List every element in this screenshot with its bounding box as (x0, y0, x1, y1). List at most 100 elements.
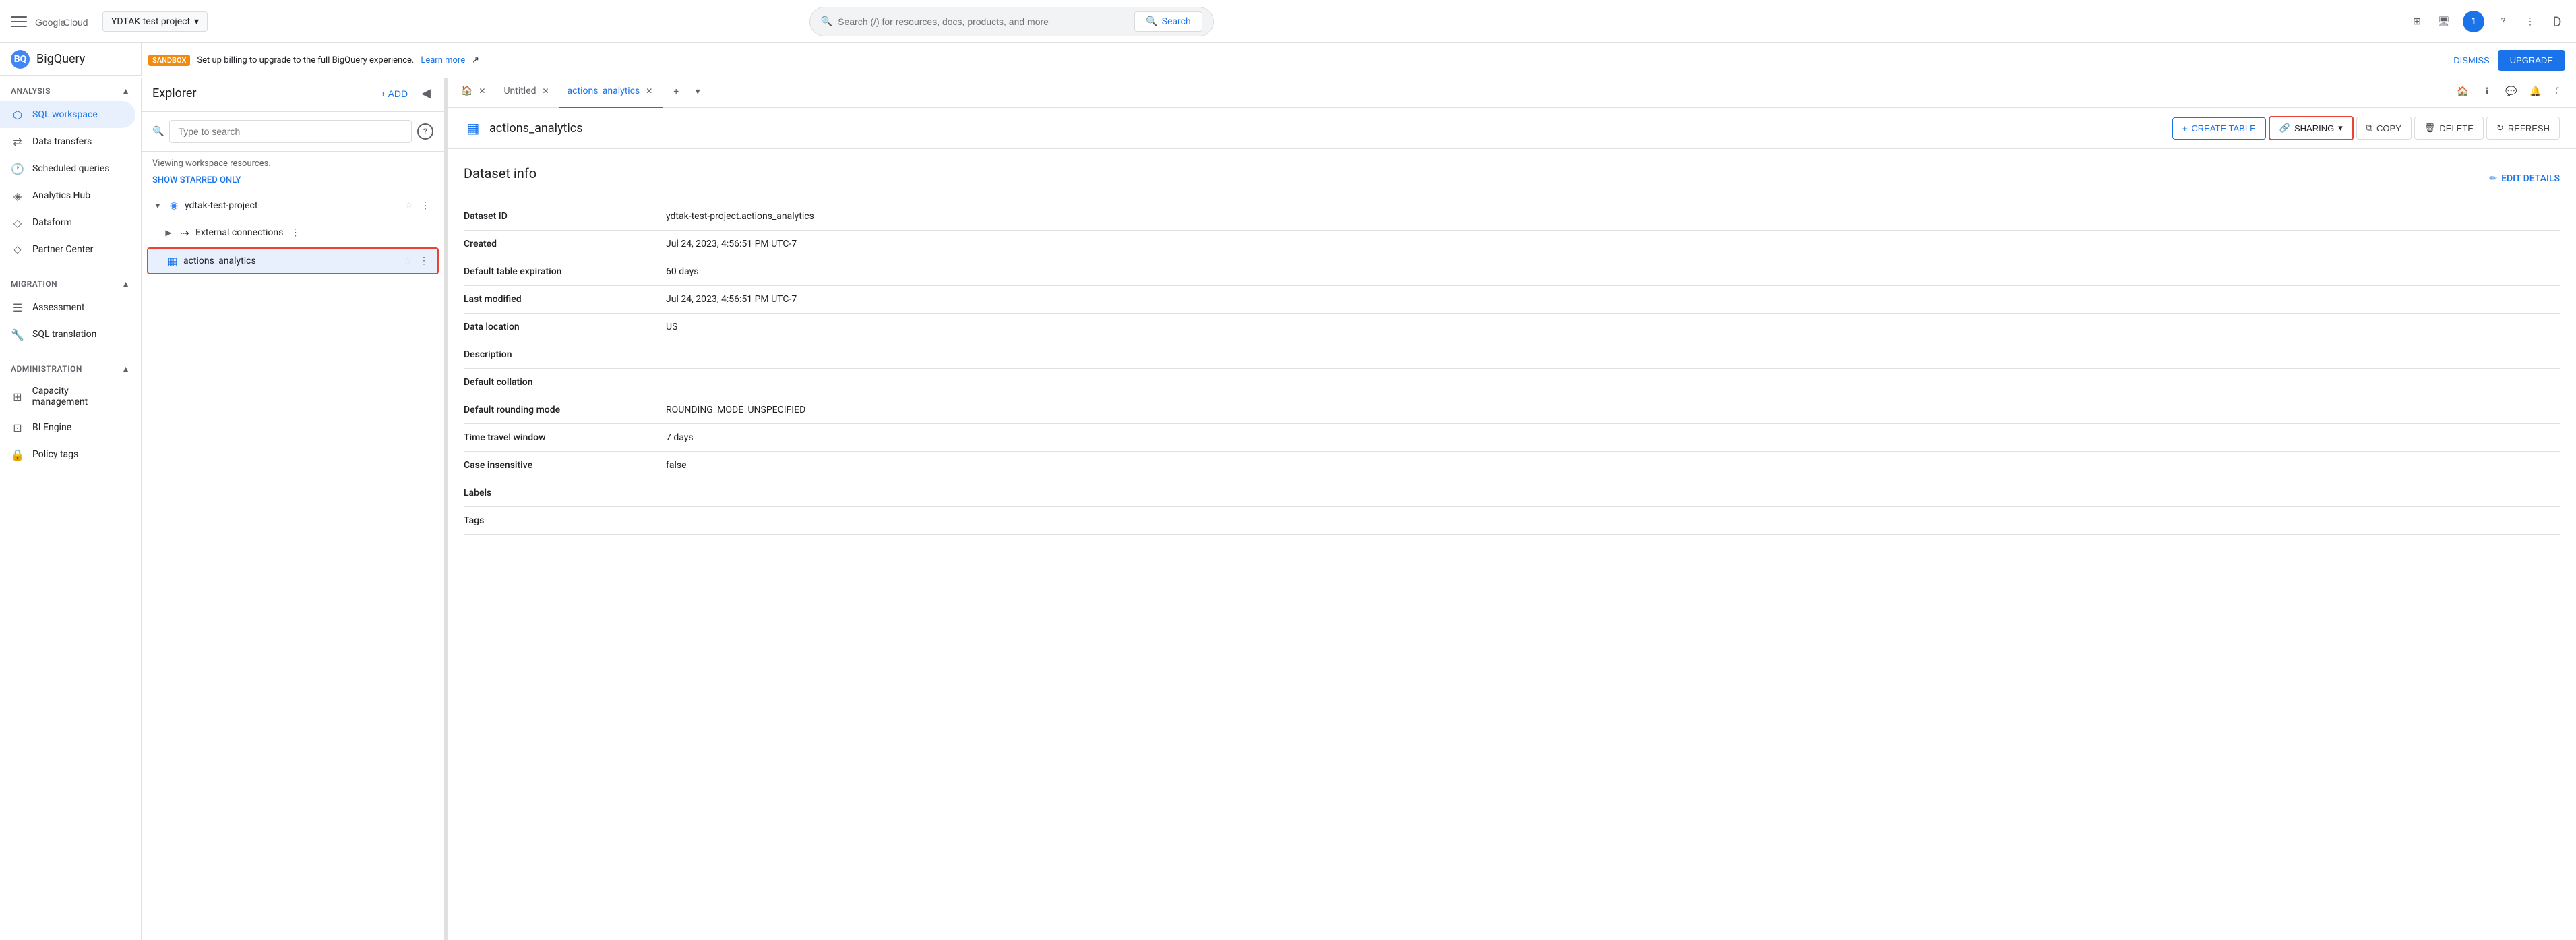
dismiss-button[interactable]: DISMISS (2453, 50, 2489, 71)
close-untitled-tab[interactable]: ✕ (541, 86, 551, 96)
toolbar-actions: + CREATE TABLE 🔗 SHARING ▾ ⧉ COPY (2172, 116, 2560, 140)
project-selector[interactable]: YDTAK test project ▾ (102, 11, 208, 32)
copy-icon: ⧉ (2366, 123, 2372, 134)
sidebar-item-sql-workspace[interactable]: ⬡ SQL workspace (0, 101, 135, 128)
sidebar: Analysis ▲ ⬡ SQL workspace ⇄ Data transf… (0, 43, 142, 940)
help-icon[interactable]: ? (2495, 13, 2511, 30)
delete-button[interactable]: 🗑 DELETE (2414, 117, 2484, 140)
actions-analytics-tab-label: actions_analytics (568, 86, 640, 96)
tree-expand-icon[interactable]: ▼ (152, 200, 163, 211)
label-description: Description (464, 349, 666, 360)
search-input[interactable] (838, 16, 1129, 27)
notifications-icon[interactable]: 🖥 (2436, 13, 2452, 30)
tab-actions-analytics[interactable]: actions_analytics ✕ (559, 76, 663, 108)
analysis-section-header[interactable]: Analysis ▲ (0, 81, 141, 101)
info-row-data-location: Data location US (464, 314, 2560, 341)
label-case-insensitive: Case insensitive (464, 460, 666, 471)
value-rounding-mode: ROUNDING_MODE_UNSPECIFIED (666, 405, 2560, 415)
more-tabs-button[interactable]: ▾ (687, 81, 708, 102)
more-options-icon[interactable]: ⋮ (2522, 13, 2538, 30)
collapse-panel-icon[interactable]: ◀ (419, 84, 433, 103)
dataset-icon: ▦ (166, 254, 179, 268)
sidebar-item-scheduled-queries[interactable]: 🕐 Scheduled queries (0, 155, 135, 182)
refresh-button[interactable]: ↻ REFRESH (2486, 117, 2560, 140)
home-tab-icon[interactable]: 🏠 (2452, 81, 2474, 102)
bell-icon[interactable]: 🔔 (2525, 81, 2546, 102)
tab-untitled[interactable]: Untitled ✕ (495, 76, 559, 108)
analytics-hub-icon: ◈ (11, 189, 24, 202)
sidebar-item-bi-engine[interactable]: ⊡ BI Engine (0, 414, 135, 441)
sidebar-item-assessment[interactable]: ☰ Assessment (0, 294, 135, 321)
scheduled-queries-icon: 🕐 (11, 162, 24, 175)
dataset-title-icon: ▦ (464, 119, 483, 138)
workspace-label: Viewing workspace resources. (142, 152, 444, 175)
more-icon-dataset[interactable]: ⋮ (416, 253, 432, 269)
capacity-management-icon: ⊞ (11, 390, 24, 403)
copy-button[interactable]: ⧉ COPY (2356, 117, 2412, 140)
add-button[interactable]: + ADD (375, 84, 413, 103)
bigquery-logo: BQ BigQuery (0, 43, 142, 76)
administration-section-header[interactable]: Administration ▲ (0, 359, 141, 379)
sidebar-item-capacity-management[interactable]: ⊞ Capacity management (0, 379, 135, 414)
info-row-created: Created Jul 24, 2023, 4:56:51 PM UTC-7 (464, 231, 2560, 258)
hamburger-menu[interactable] (11, 13, 27, 30)
close-actions-analytics-tab[interactable]: ✕ (644, 86, 654, 96)
policy-tags-icon: 🔒 (11, 448, 24, 461)
more-icon-project[interactable]: ⋮ (417, 198, 433, 214)
sql-workspace-icon: ⬡ (11, 108, 24, 121)
label-table-expiration: Default table expiration (464, 266, 666, 277)
external-connections-row[interactable]: ▶ ⇢ External connections ⋮ (142, 219, 444, 246)
sidebar-item-data-transfers[interactable]: ⇄ Data transfers (0, 128, 135, 155)
info-row-default-collation: Default collation (464, 369, 2560, 396)
explorer-search: 🔍 ? (142, 112, 444, 152)
upgrade-button[interactable]: UPGRADE (2498, 50, 2565, 71)
profile-icon[interactable]: D (2549, 13, 2565, 30)
learn-more-link[interactable]: Learn more (421, 55, 465, 65)
dataset-row-actions-analytics[interactable]: ▦ actions_analytics ☆ ⋮ (147, 247, 439, 274)
sidebar-item-partner-center[interactable]: ⬦ Partner Center (0, 236, 135, 263)
migration-section-header[interactable]: Migration ▲ (0, 274, 141, 294)
sidebar-item-analytics-hub[interactable]: ◈ Analytics Hub (0, 182, 135, 209)
star-icon-dataset[interactable]: ☆ (403, 256, 412, 266)
section-title: Dataset info (464, 165, 536, 181)
search-icon: 🔍 (821, 16, 832, 27)
sandbox-badge: SANDBOX (148, 55, 190, 66)
sharing-button[interactable]: 🔗 SHARING ▾ (2269, 116, 2354, 140)
project-tree: ▼ ◉ ydtak-test-project ☆ ⋮ ▶ ⇢ External … (142, 192, 444, 940)
tabs-bar: 🏠 ✕ Untitled ✕ actions_analytics ✕ + ▾ 🏠 (448, 76, 2576, 108)
explorer-search-input[interactable] (169, 120, 412, 143)
google-cloud-logo[interactable]: Google Cloud (35, 13, 89, 30)
more-icon-external[interactable]: ⋮ (287, 225, 303, 241)
explorer-panel: Explorer + ADD ◀ 🔍 ? Viewing workspace r… (142, 76, 445, 940)
help-icon-explorer[interactable]: ? (417, 123, 433, 140)
create-table-icon: + (2182, 123, 2188, 134)
tab-home[interactable]: 🏠 ✕ (453, 76, 495, 108)
svg-text:Google: Google (35, 17, 65, 28)
project-row[interactable]: ▼ ◉ ydtak-test-project ☆ ⋮ (142, 192, 444, 219)
info-row-case-insensitive: Case insensitive false (464, 452, 2560, 479)
search-button[interactable]: 🔍 Search (1134, 11, 1202, 32)
assessment-icon: ☰ (11, 301, 24, 314)
info-icon[interactable]: ℹ (2476, 81, 2498, 102)
chat-icon[interactable]: 💬 (2501, 81, 2522, 102)
avatar[interactable]: 1 (2463, 11, 2484, 32)
close-home-tab[interactable]: ✕ (477, 86, 487, 96)
value-time-travel: 7 days (666, 432, 2560, 443)
sidebar-item-policy-tags[interactable]: 🔒 Policy tags (0, 441, 135, 468)
star-icon[interactable]: ☆ (404, 200, 413, 211)
edit-details-button[interactable]: ✏ EDIT DETAILS (2489, 173, 2560, 184)
expand-icon[interactable]: ⛶ (2549, 81, 2571, 102)
sidebar-item-sql-translation[interactable]: 🔧 SQL translation (0, 321, 135, 348)
apps-icon[interactable]: ⊞ (2409, 13, 2425, 30)
data-transfers-icon: ⇄ (11, 135, 24, 148)
create-table-button[interactable]: + CREATE TABLE (2172, 117, 2266, 140)
info-row-tags: Tags (464, 507, 2560, 535)
sidebar-item-dataform[interactable]: ◇ Dataform (0, 209, 135, 236)
label-last-modified: Last modified (464, 294, 666, 305)
tree-toggle-external[interactable]: ▶ (163, 227, 174, 238)
header-icons: ⊞ 🖥 1 ? ⋮ D (2409, 11, 2565, 32)
add-tab-button[interactable]: + (665, 81, 687, 102)
search-icon-explorer: 🔍 (152, 126, 164, 137)
migration-section: Migration ▲ ☰ Assessment 🔧 SQL translati… (0, 268, 141, 353)
show-starred-link[interactable]: SHOW STARRED ONLY (142, 175, 444, 192)
